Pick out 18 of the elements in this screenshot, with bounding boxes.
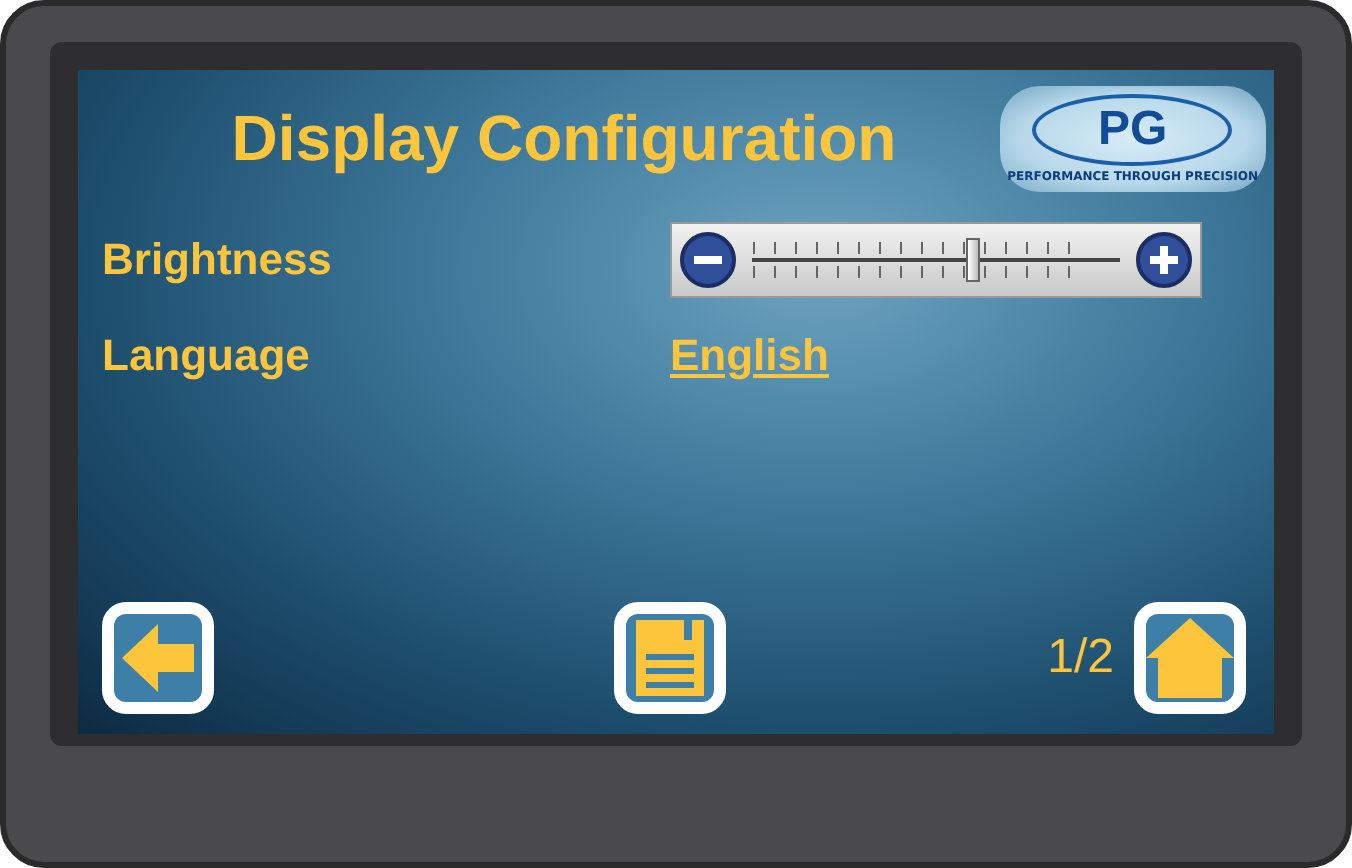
plus-button[interactable] <box>1136 232 1192 288</box>
language-link[interactable]: English <box>670 330 829 382</box>
minus-button[interactable] <box>680 232 736 288</box>
left-arrow-icon <box>122 624 194 692</box>
screen-title: Display Configuration <box>231 102 897 176</box>
home-button[interactable] <box>1134 602 1246 714</box>
page-indicator: 1/2 <box>1047 630 1114 686</box>
house-icon <box>1146 618 1234 698</box>
save-button[interactable] <box>614 602 727 714</box>
back-button[interactable] <box>102 602 214 714</box>
plus-icon <box>1150 246 1178 274</box>
slider-thumb[interactable] <box>966 238 981 282</box>
slider-track[interactable] <box>752 234 1120 286</box>
brightness-slider[interactable] <box>670 222 1202 298</box>
setting-label: Brightness <box>102 234 334 286</box>
setting-label: Language <box>102 330 312 382</box>
logo-text: PG <box>1097 102 1168 158</box>
minus-icon <box>694 256 722 264</box>
